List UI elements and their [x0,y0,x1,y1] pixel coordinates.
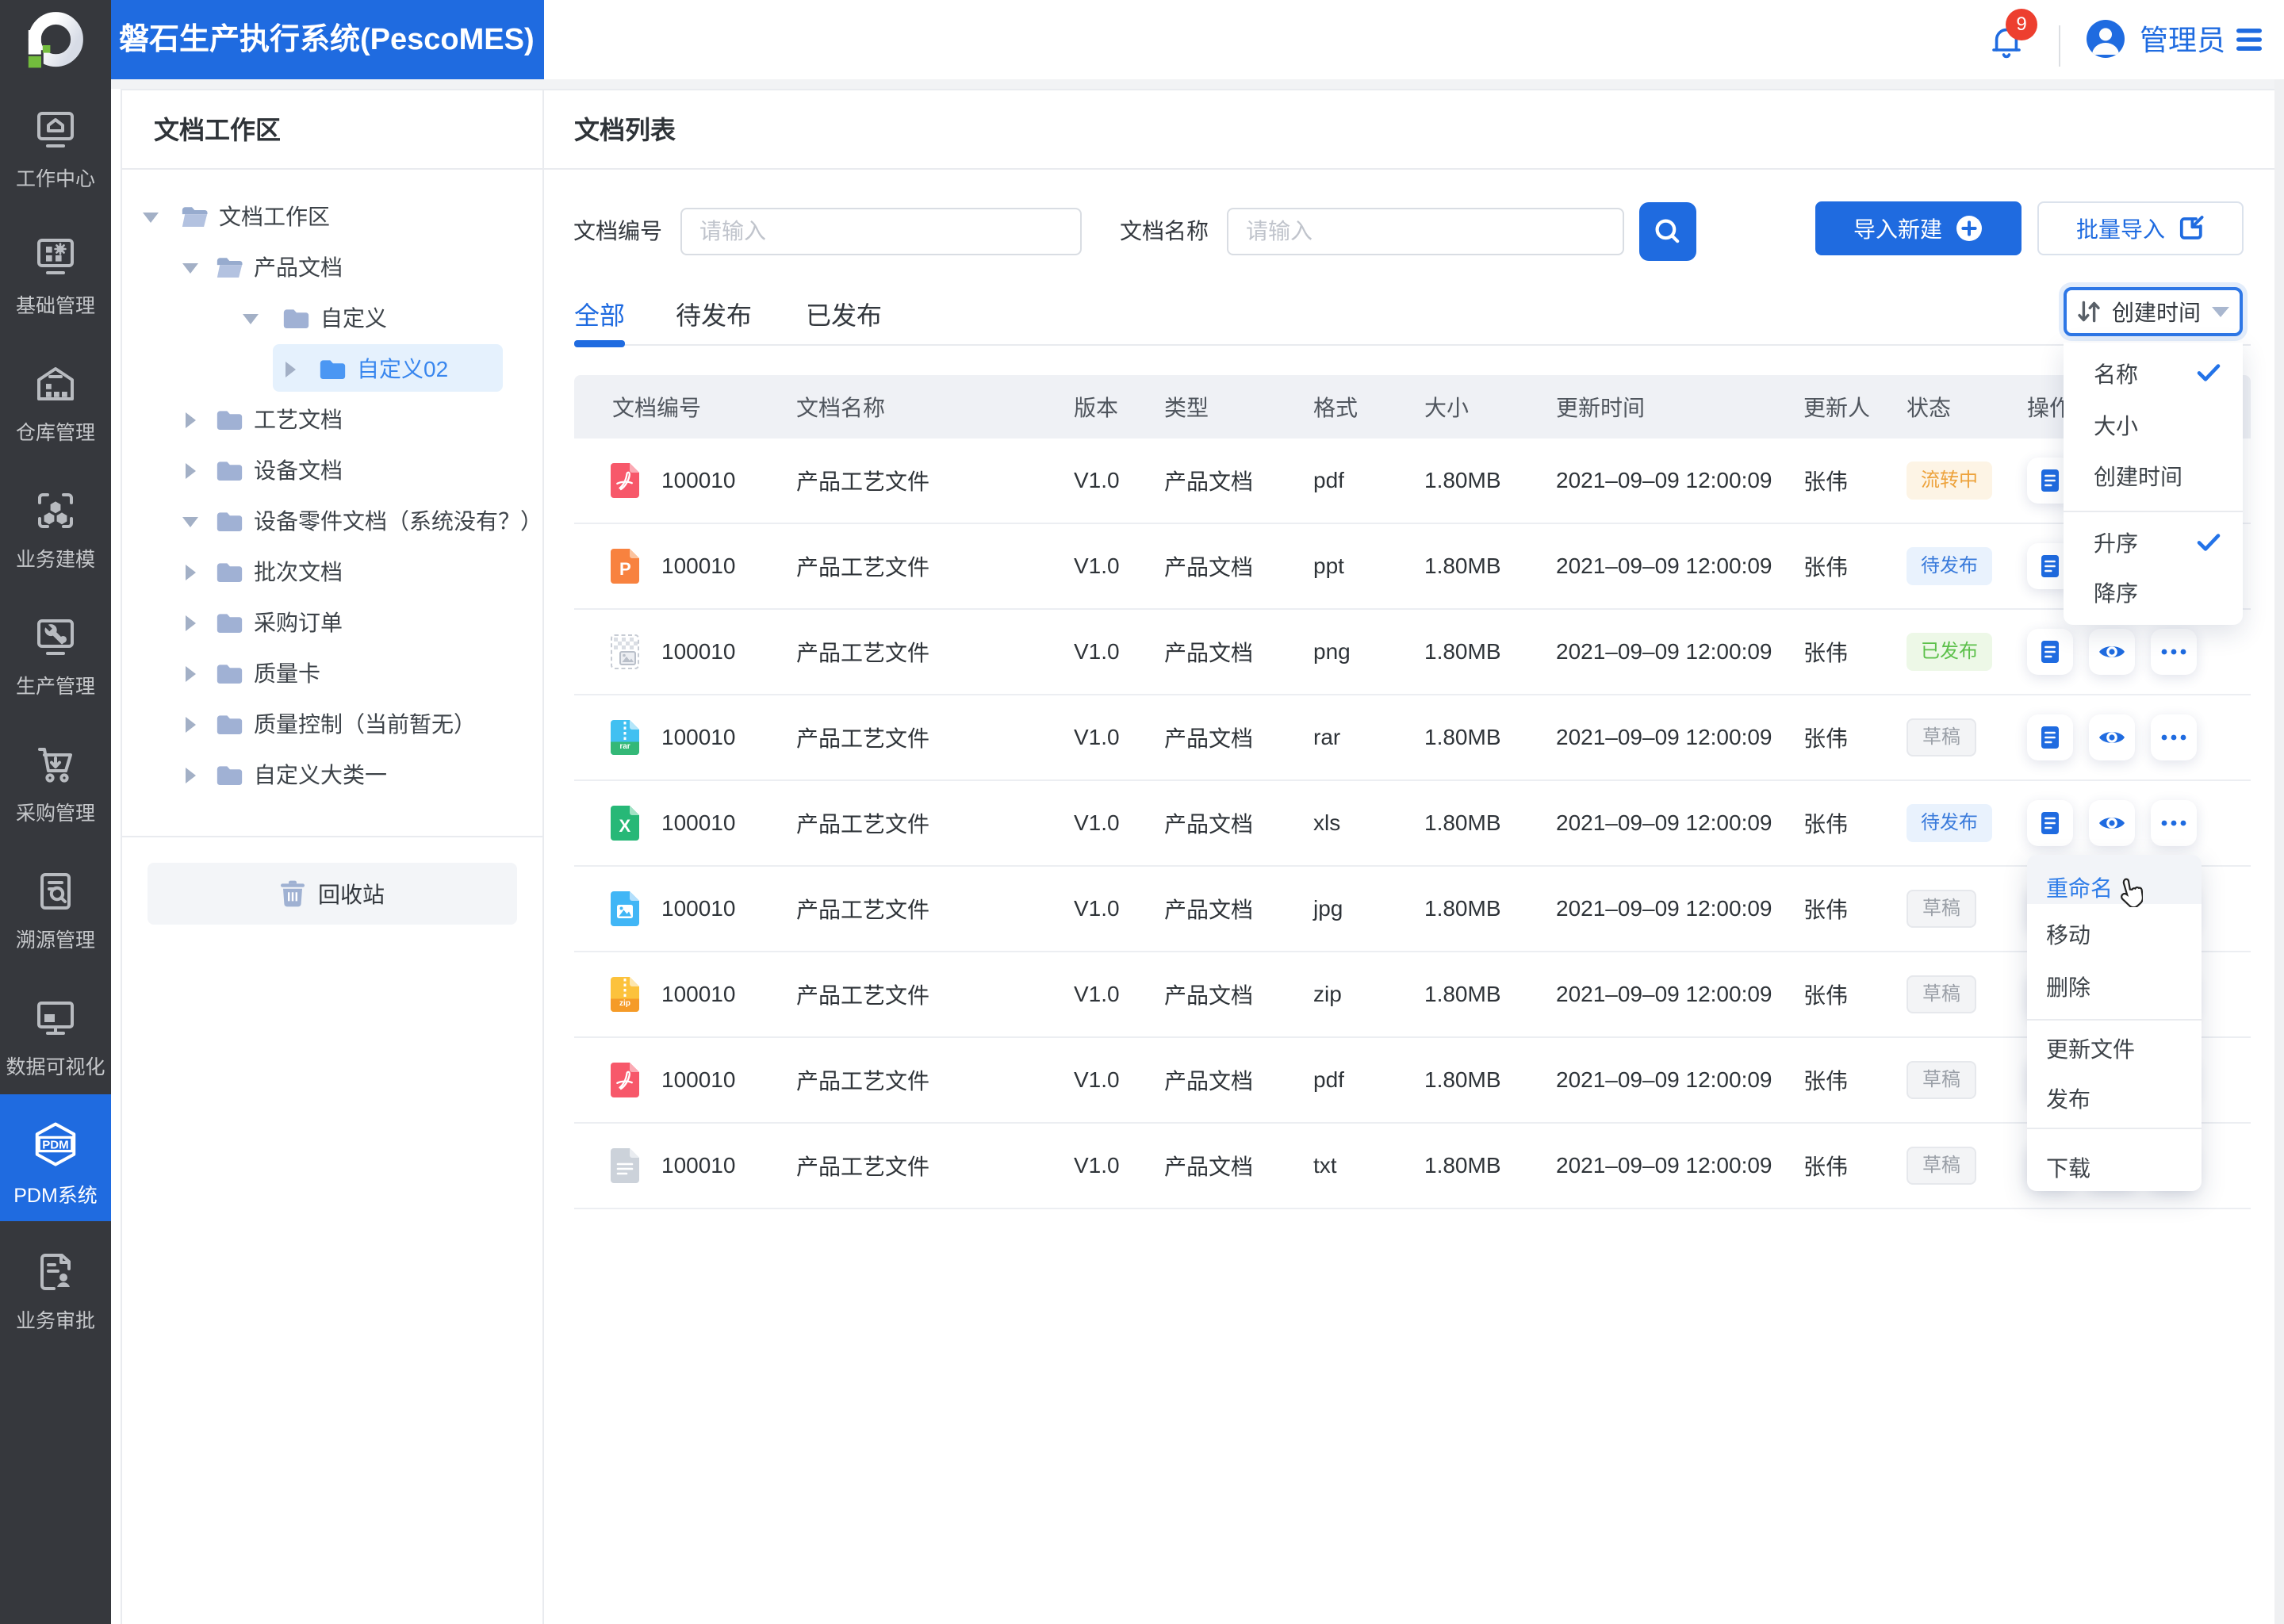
svg-text:zip: zip [619,999,630,1008]
svg-text:X: X [619,816,631,836]
svg-text:rar: rar [619,742,630,751]
svg-text:PDM: PDM [42,1138,68,1151]
svg-text:P: P [619,559,631,579]
